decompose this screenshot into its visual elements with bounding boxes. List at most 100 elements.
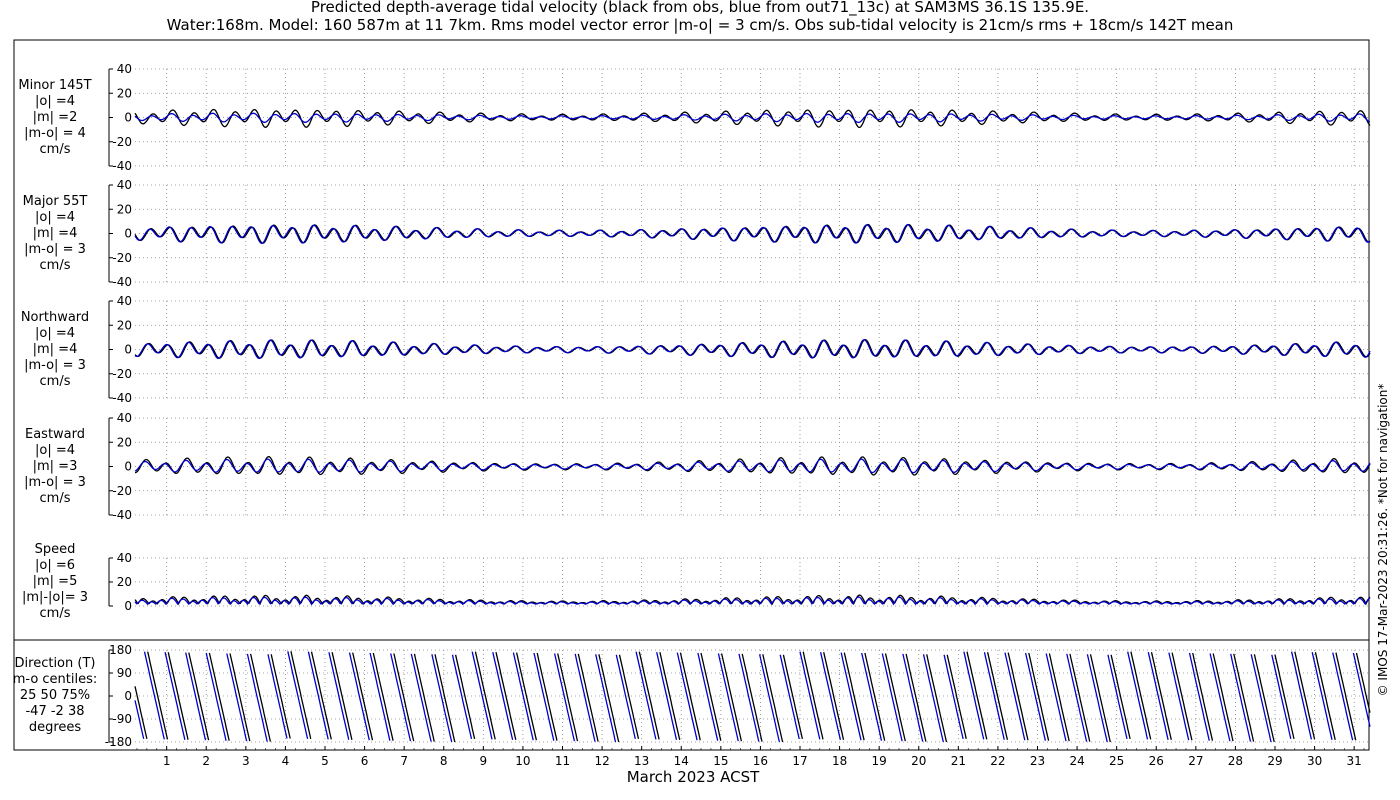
series-model-direction <box>267 654 288 739</box>
series-obs-direction <box>188 652 210 741</box>
x-tick-label: 31 <box>1347 754 1362 768</box>
series-obs-direction <box>372 652 394 741</box>
panel-label-minor: Minor 145T |o| =4 |m| =2 |m-o| = 4 cm/s <box>6 78 104 158</box>
series-obs-direction <box>208 652 230 741</box>
y-tick-label: 0 <box>124 599 132 613</box>
series-obs-direction <box>1130 651 1152 740</box>
series-obs-direction <box>270 654 291 739</box>
y-tick-label: 0 <box>124 111 132 125</box>
series-obs-direction <box>966 651 988 740</box>
copyright-note: © IMOS 17-Mar-2023 20:31:26. *Not for na… <box>1376 383 1390 697</box>
x-tick-label: 15 <box>713 754 728 768</box>
series-model-direction <box>615 654 636 740</box>
series-model-direction <box>881 653 903 742</box>
series-model-direction <box>1127 651 1149 740</box>
series-obs-direction <box>536 652 558 741</box>
x-tick-label: 24 <box>1069 754 1084 768</box>
x-tick-label: 27 <box>1188 754 1203 768</box>
series-obs-direction <box>352 652 374 741</box>
series-obs-direction <box>454 654 476 740</box>
series-obs-direction <box>741 653 763 742</box>
x-tick-label: 3 <box>242 754 250 768</box>
series-obs-direction <box>1028 652 1050 741</box>
series-obs-direction <box>823 652 845 740</box>
x-axis-label: March 2023 ACST <box>626 768 760 786</box>
y-tick-label: 180 <box>109 643 132 657</box>
series-obs-direction <box>147 651 169 740</box>
series-obs-direction <box>229 653 251 742</box>
series-model-direction <box>205 652 227 741</box>
series-obs-direction <box>577 653 599 742</box>
panel-label-line: -47 -2 38 <box>25 704 85 719</box>
series-model-direction <box>799 651 821 740</box>
y-tick-label: 20 <box>117 318 132 332</box>
y-tick-label: -90 <box>112 712 132 726</box>
series-obs-direction <box>905 653 927 742</box>
series-obs-direction <box>249 653 272 742</box>
series-model-direction <box>697 652 719 741</box>
series-obs-direction <box>1089 654 1111 743</box>
series-model-direction <box>307 651 329 740</box>
series-obs-direction <box>1212 653 1234 742</box>
panel-label-line: |m| =4 <box>32 225 78 241</box>
series-model-direction <box>635 651 657 740</box>
panel-label-line: Eastward <box>24 426 86 442</box>
series-obs-direction <box>1192 652 1214 741</box>
series-obs-direction <box>884 653 906 742</box>
panel-label-line: Direction (T) <box>14 656 96 671</box>
x-tick-label: 14 <box>674 754 689 768</box>
series-model-direction <box>369 652 391 741</box>
series-model-direction <box>287 651 309 740</box>
series-obs-direction <box>290 651 312 740</box>
lower-frame <box>13 639 1370 751</box>
panel-label-line: cm/s <box>39 373 71 389</box>
series-obs-direction <box>720 653 743 742</box>
panel-label-line: cm/s <box>39 257 71 273</box>
series-model-direction <box>963 651 985 740</box>
series-model-direction <box>410 653 432 742</box>
series-model-direction <box>717 653 739 742</box>
series-obs-direction <box>1314 652 1336 740</box>
y-tick-label: 90 <box>117 666 132 680</box>
y-tick-label: -180 <box>105 735 132 749</box>
x-tick-label: 23 <box>1030 754 1045 768</box>
series-model-direction <box>779 654 800 740</box>
series-model-direction <box>533 652 555 741</box>
y-tick-label: 20 <box>117 575 132 589</box>
series-obs-direction <box>618 654 640 740</box>
upper-frame <box>13 39 1370 641</box>
panel-label-line: |o| =4 <box>34 93 75 109</box>
x-tick-label: 16 <box>753 754 768 768</box>
y-tick-label: 20 <box>117 202 132 216</box>
x-tick-label: 22 <box>990 754 1005 768</box>
series-obs-direction <box>1253 654 1275 743</box>
panel-label-east: Eastward |o| =4 |m| =3 |m-o| = 3 cm/s <box>6 427 104 507</box>
series-model-direction <box>1230 653 1252 742</box>
series-model-direction <box>1352 652 1371 727</box>
series-obs-direction <box>926 654 948 743</box>
series-obs-direction <box>413 653 435 742</box>
series-obs-direction <box>1048 653 1070 742</box>
panel-label-line: |m-o| = 3 <box>24 357 86 373</box>
series-obs-direction <box>782 654 804 740</box>
panel-label-line: Speed <box>34 542 76 557</box>
panel-label-line: |o| =4 <box>34 209 75 225</box>
series-model-direction <box>431 654 453 743</box>
x-tick-label: 11 <box>555 754 570 768</box>
y-tick-label: 20 <box>117 435 132 449</box>
series-model-direction <box>1045 653 1067 742</box>
y-tick-label: -20 <box>112 484 132 498</box>
x-tick-label: 10 <box>515 754 530 768</box>
series-obs-direction <box>864 652 886 741</box>
y-tick-label: -40 <box>112 159 132 173</box>
y-tick-label: 40 <box>117 178 132 192</box>
panel-label-line: |m| =2 <box>32 109 78 125</box>
panel-label-line: 25 50 75% <box>19 688 91 703</box>
series-model-direction <box>1004 652 1026 741</box>
panel-label-speed: Speed |o| =6 |m| =5 |m|-|o|= 3 cm/s <box>6 542 104 622</box>
series-model-direction <box>246 653 268 742</box>
x-tick-label: 29 <box>1267 754 1282 768</box>
x-tick-label: 30 <box>1307 754 1322 768</box>
series-obs-direction <box>946 654 967 740</box>
x-tick-label: 5 <box>321 754 329 768</box>
